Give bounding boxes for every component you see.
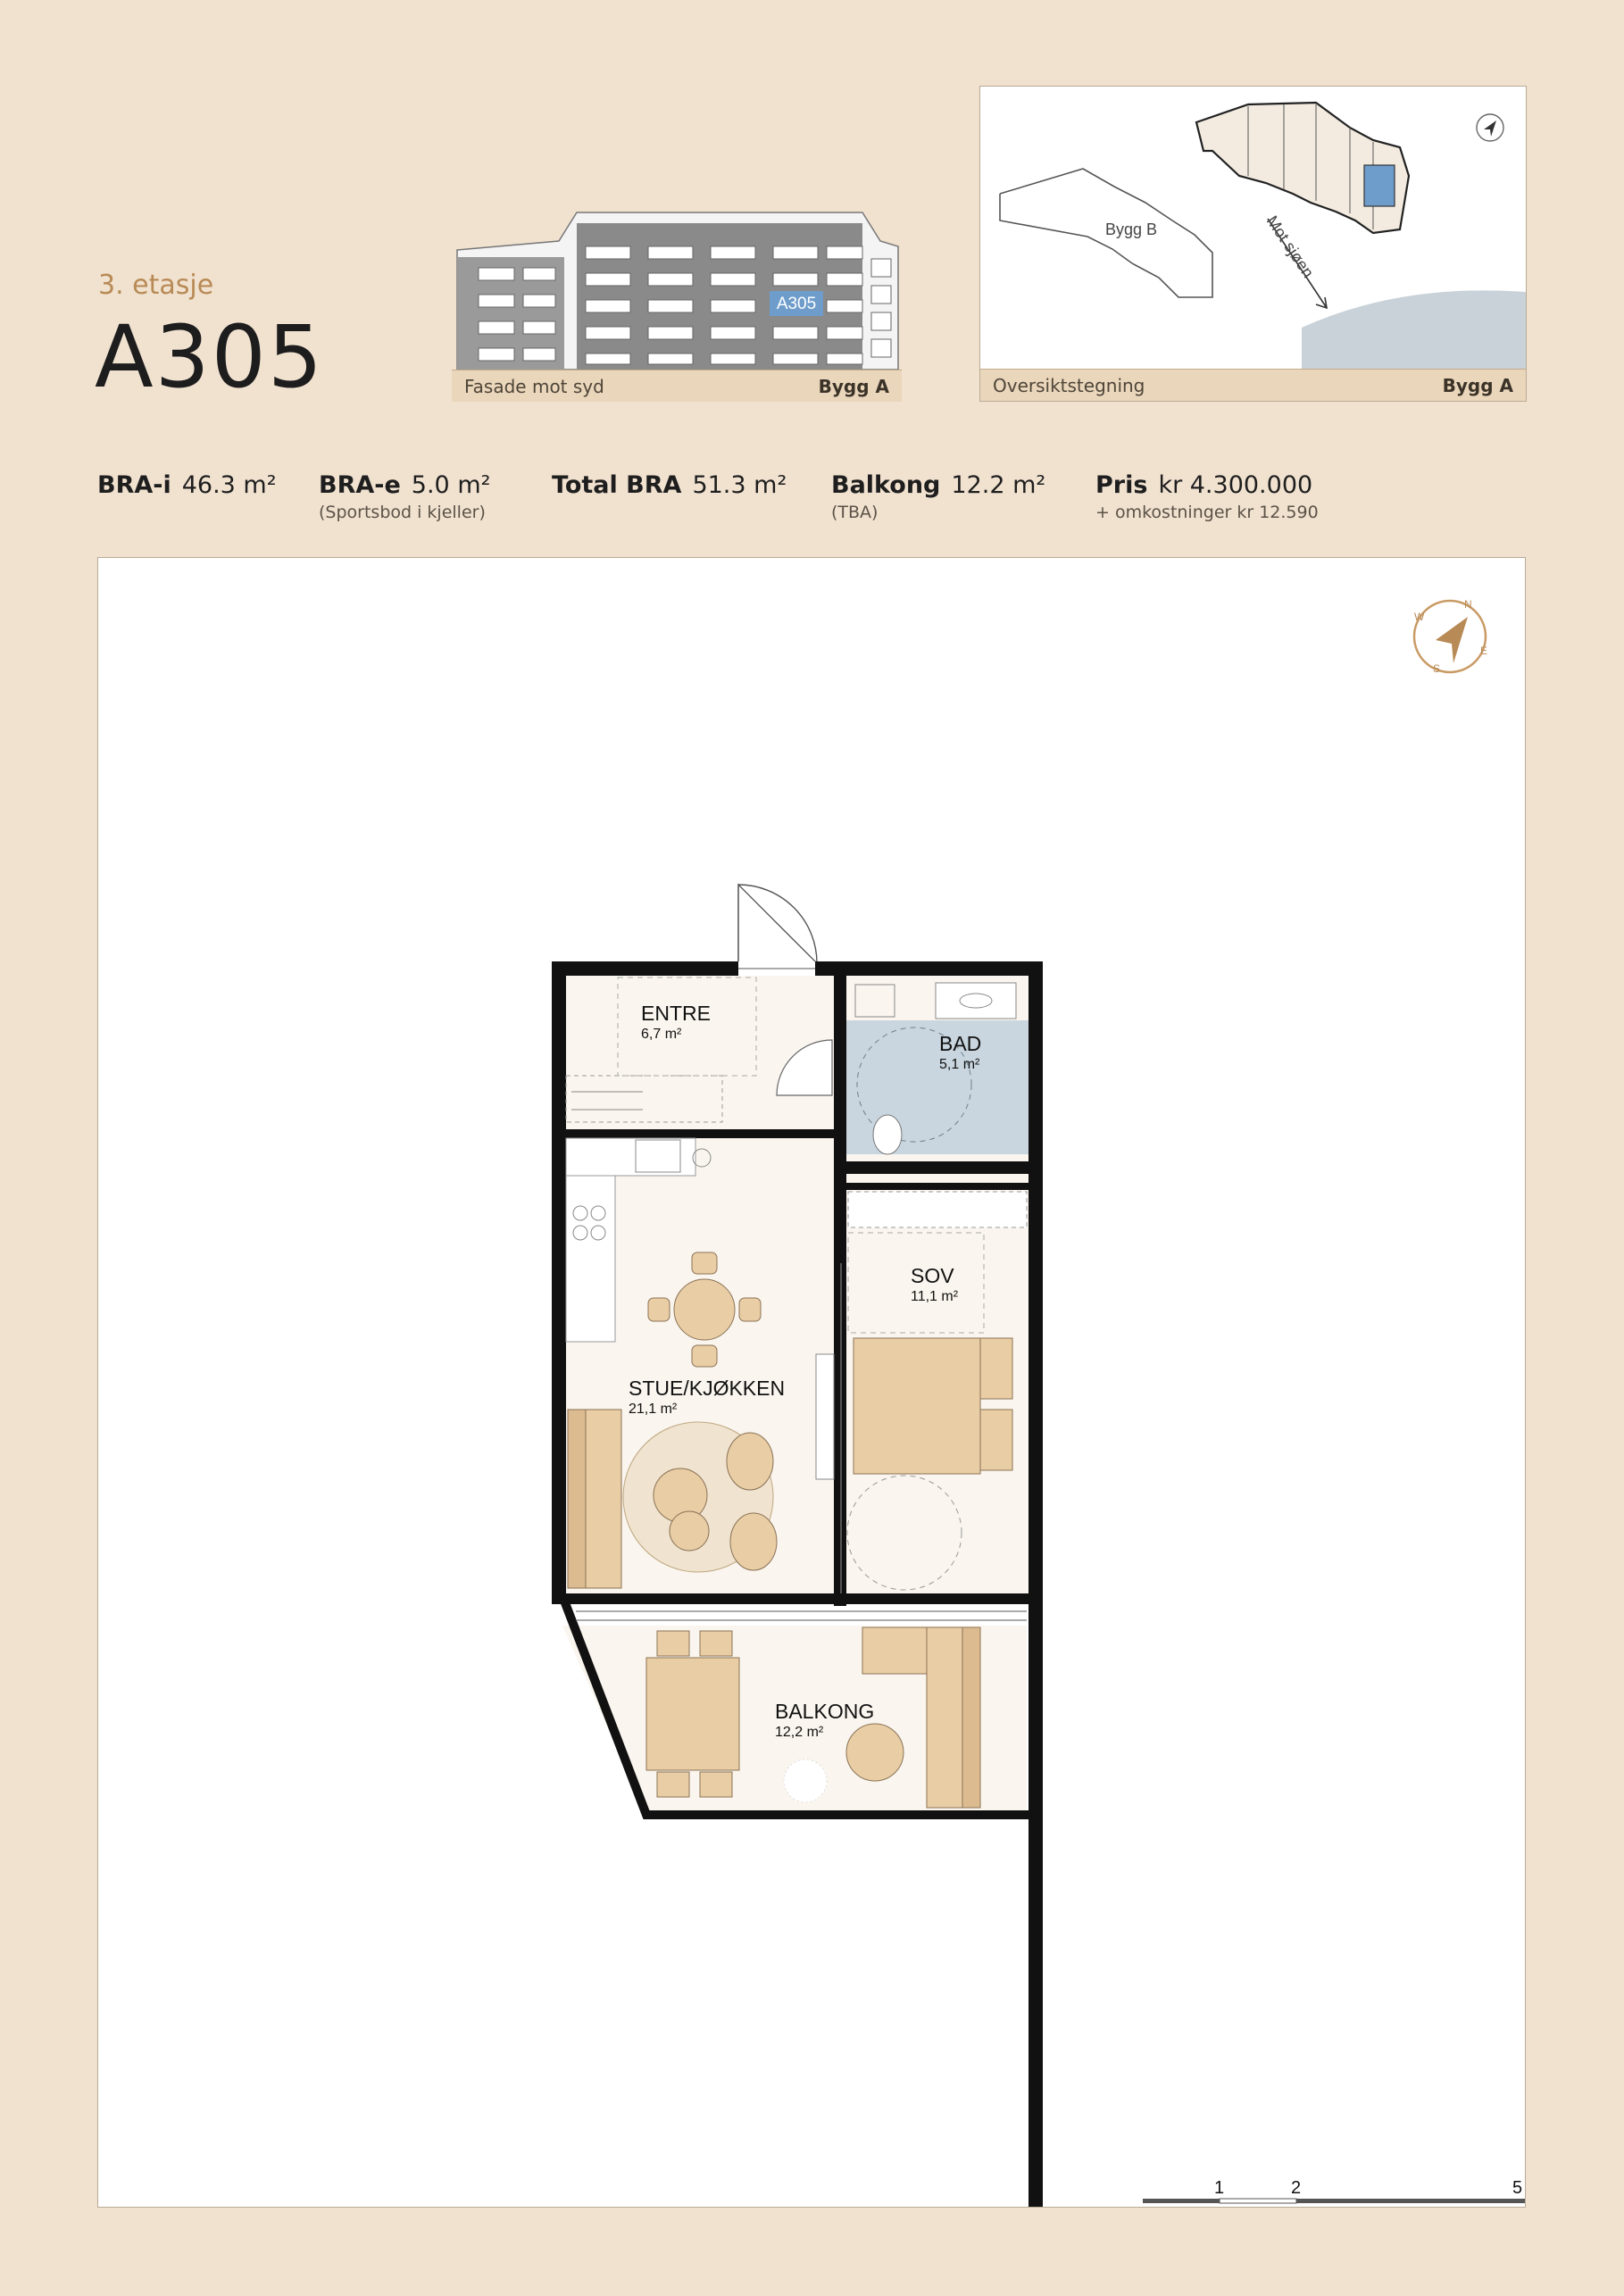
facade-caption: Fasade mot syd Bygg A — [452, 370, 902, 402]
floorplan-drawing: N E S W ENTRE 6,7 m² BAD 5,1 m² SOV 11,1… — [552, 598, 1525, 2218]
room-area-bad: 5,1 m² — [939, 1057, 980, 1072]
site-map-caption-left: Oversiktstegning — [993, 374, 1145, 396]
stat-total-bra-value: 51.3 m² — [692, 471, 787, 499]
scale-label-5: 5 — [1512, 2178, 1522, 2198]
stat-bra-e-note: (Sportsbod i kjeller) — [319, 503, 486, 522]
facade-caption-right: Bygg A — [818, 375, 889, 397]
stat-pris: Pris kr 4.300.000 + omkostninger kr 12.59… — [1095, 471, 1319, 522]
room-name-bad: BAD — [939, 1032, 981, 1055]
stat-pris-note: + omkostninger kr 12.590 — [1095, 503, 1319, 522]
direction-label: Mot sjøen — [1263, 212, 1318, 281]
site-map-caption-right: Bygg A — [1442, 374, 1513, 396]
compass-letter-s: S — [1433, 662, 1440, 675]
room-name-entre: ENTRE — [641, 1002, 711, 1025]
facade-panel: A305 Fasade mot syd Bygg A — [452, 205, 902, 402]
facade-unit-label: A305 — [777, 295, 816, 313]
room-area-entre: 6,7 m² — [641, 1027, 682, 1042]
stat-pris-label: Pris — [1095, 471, 1148, 499]
room-area-balkong: 12,2 m² — [775, 1725, 824, 1740]
compass-letter-n: N — [1464, 598, 1472, 611]
room-label-sov: SOV 11,1 m² — [911, 1264, 959, 1304]
unit-title: A305 — [95, 307, 324, 407]
stat-bra-e-label: BRA-e — [319, 471, 401, 499]
site-map-unit-highlight — [1363, 164, 1395, 207]
compass-letter-e: E — [1480, 645, 1487, 657]
stat-balkong-value: 12.2 m² — [951, 471, 1046, 499]
stat-bra-i-label: BRA-i — [97, 471, 171, 499]
stat-pris-value: kr 4.300.000 — [1158, 471, 1313, 499]
scale-label-1: 1 — [1214, 2178, 1224, 2198]
facade-caption-left: Fasade mot syd — [464, 375, 604, 397]
stat-total-bra-label: Total BRA — [552, 471, 682, 499]
room-label-bad: BAD 5,1 m² — [939, 1032, 981, 1072]
site-map-panel: Bygg B Mot sjøen Oversiktstegning Bygg A — [979, 86, 1527, 402]
stat-bra-e-value: 5.0 m² — [411, 471, 491, 499]
building-b-label: Bygg B — [1105, 220, 1157, 238]
stat-bra-i-value: 46.3 m² — [181, 471, 277, 499]
floor-label: 3. etasje — [98, 270, 214, 301]
room-name-balkong: BALKONG — [775, 1700, 874, 1723]
site-map-caption: Oversiktstegning Bygg A — [980, 369, 1526, 401]
stat-total-bra: Total BRA 51.3 m² — [552, 471, 787, 499]
stat-balkong-label: Balkong — [831, 471, 941, 499]
stat-bra-e: BRA-e 5.0 m² (Sportsbod i kjeller) — [319, 471, 490, 522]
compass-letter-w: W — [1414, 611, 1425, 623]
compass-icon: N E S W — [1412, 598, 1487, 675]
stat-balkong-note: (TBA) — [831, 503, 879, 522]
room-area-stue-kjokken: 21,1 m² — [629, 1402, 678, 1417]
scale-bar: 1 2 5 — [1143, 2178, 1525, 2206]
floorplan-frame: N E S W ENTRE 6,7 m² BAD 5,1 m² SOV 11,1… — [97, 557, 1526, 2218]
stat-balkong: Balkong 12.2 m² (TBA) — [831, 471, 1045, 522]
stat-bra-i: BRA-i 46.3 m² — [97, 471, 277, 499]
room-name-sov: SOV — [911, 1264, 954, 1287]
scale-label-2: 2 — [1291, 2178, 1301, 2198]
site-map-drawing: Bygg B Mot sjøen — [999, 101, 1526, 369]
room-area-sov: 11,1 m² — [911, 1289, 959, 1304]
room-name-stue-kjokken: STUE/KJØKKEN — [629, 1377, 785, 1400]
